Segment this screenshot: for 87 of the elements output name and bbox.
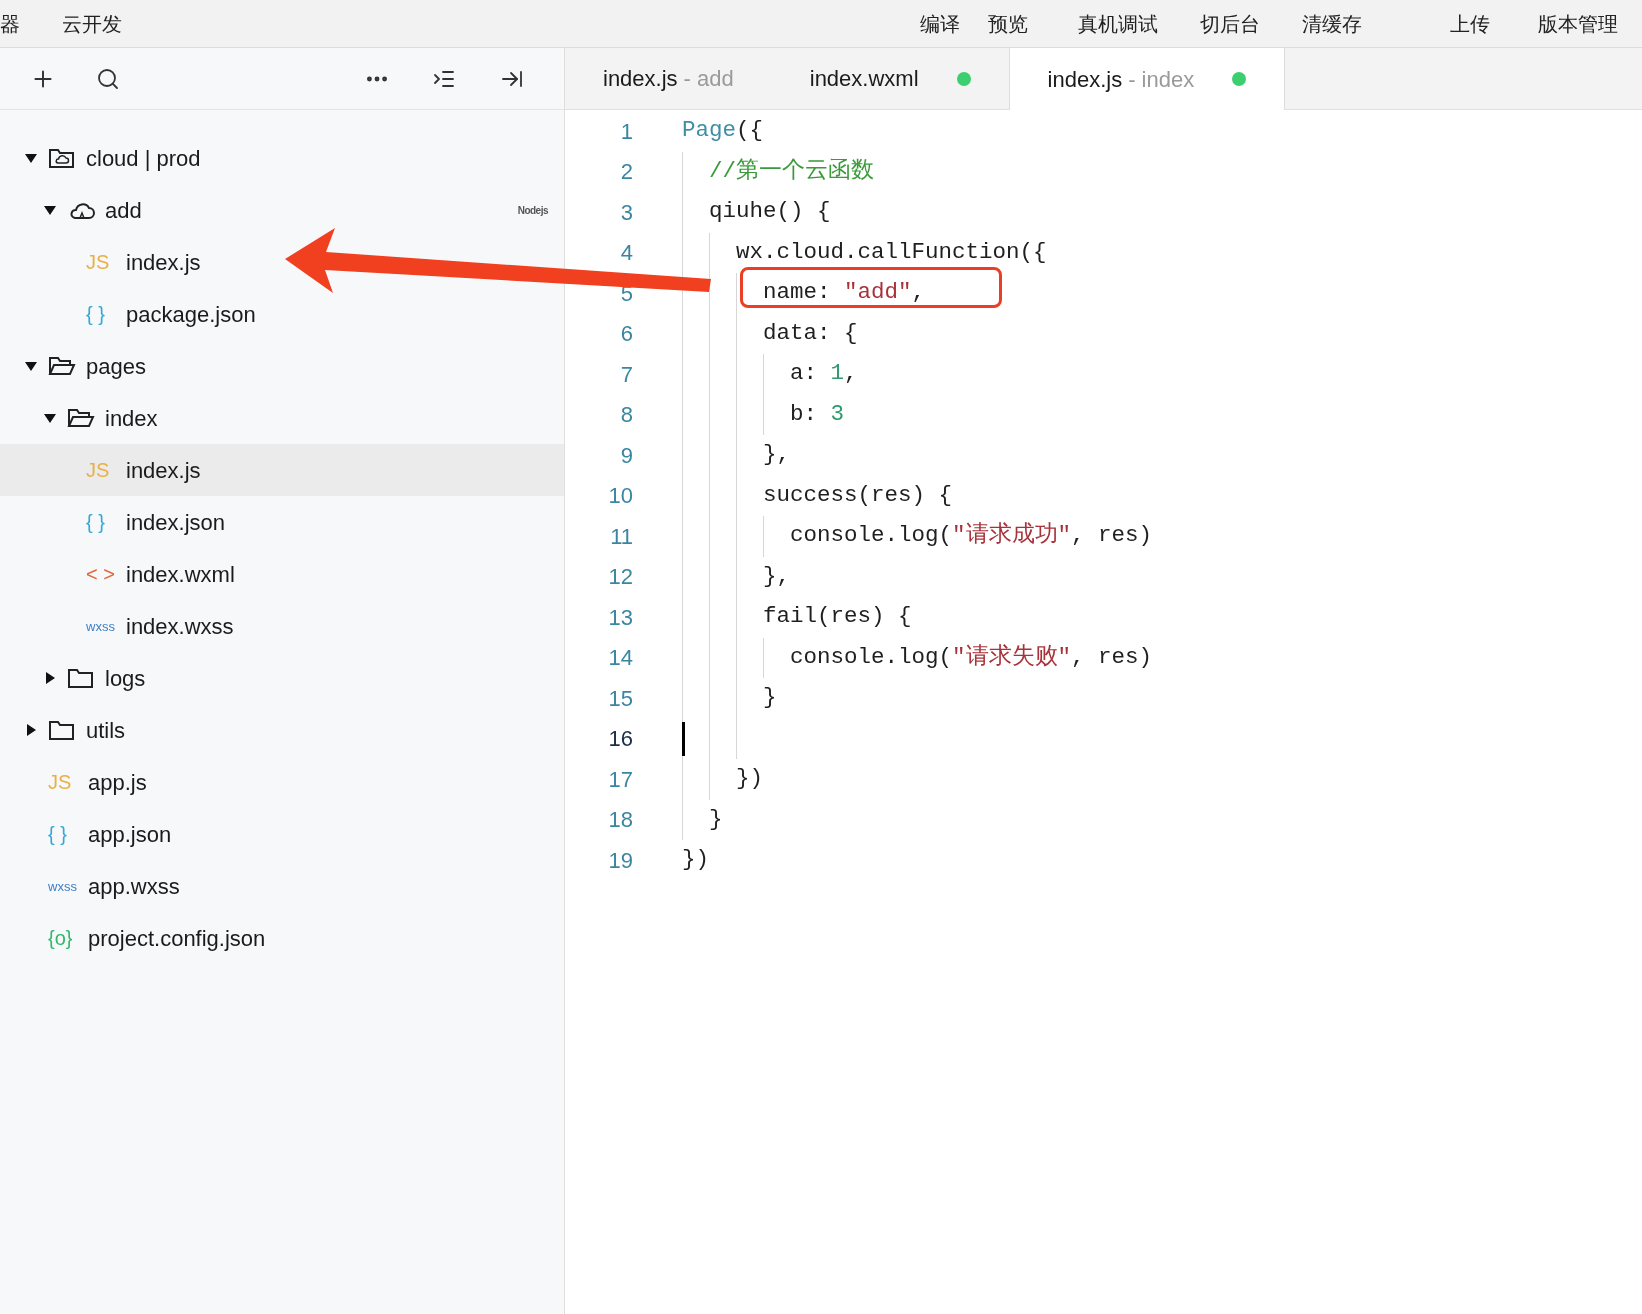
file-type-icon: {o} [48, 928, 73, 948]
line-number: 13 [607, 603, 633, 632]
nodejs-label: Nodejs [517, 203, 548, 218]
expanded-caret-icon[interactable] [24, 151, 38, 165]
line-number: 11 [609, 522, 633, 551]
line-number: 10 [607, 482, 633, 511]
code-line: } [708, 804, 723, 834]
line-number: 4 [619, 239, 633, 268]
file-tree-item[interactable]: < > index.wxml [0, 548, 564, 600]
toolbar-button[interactable]: 真机调试 [1078, 8, 1158, 39]
file-type-icon: < > [86, 564, 115, 584]
file-tree-item[interactable]: { } package.json [0, 288, 564, 340]
file-tree-item[interactable]: {o} project.config.json [0, 912, 564, 964]
file-type-icon: JS [86, 460, 110, 480]
code-line: console.log("请求成功", res) [789, 521, 1153, 551]
file-tree-item[interactable]: { } index.json [0, 496, 564, 548]
file-tree-item[interactable]: logs [0, 652, 564, 704]
code-line: a: 1, [789, 359, 858, 389]
file-type-icon: { } [86, 304, 105, 324]
toolbar-button[interactable]: 预览 [988, 8, 1028, 39]
folder-icon [48, 354, 76, 378]
code-line: success(res) { [762, 480, 953, 510]
menu-item[interactable]: 云开发 [62, 8, 122, 39]
line-number: 1 [619, 117, 633, 146]
toolbar-button[interactable]: 清缓存 [1302, 8, 1362, 39]
code-line: Page({ [682, 116, 764, 146]
file-type-icon: JS [86, 252, 110, 272]
code-line: //第一个云函数 [708, 156, 874, 186]
file-tree-item[interactable]: JS app.js [0, 756, 564, 808]
file-tree-item[interactable]: index [0, 392, 564, 444]
code-line: qiuhe() { [708, 197, 831, 227]
line-number: 18 [607, 806, 633, 835]
code-line: wx.cloud.callFunction({ [735, 237, 1047, 267]
expanded-caret-icon[interactable] [43, 203, 57, 217]
line-number: 3 [619, 198, 633, 227]
cloud-folder-icon [48, 146, 76, 170]
folder-icon [48, 718, 76, 742]
file-tree-item[interactable]: add Nodejs [0, 184, 564, 236]
line-number: 2 [619, 158, 633, 187]
expanded-caret-icon[interactable] [43, 411, 57, 425]
toolbar-button[interactable]: 编译 [920, 8, 960, 39]
file-tree-item[interactable]: utils [0, 704, 564, 756]
file-type-icon: wxss [48, 879, 77, 893]
line-number: 6 [619, 320, 633, 349]
file-tree-item[interactable]: cloud | prod [0, 132, 564, 184]
folder-icon [67, 666, 95, 690]
search-icon[interactable] [96, 66, 120, 91]
line-number: 19 [607, 846, 633, 875]
file-type-icon: JS [48, 772, 72, 792]
line-number: 17 [607, 765, 633, 794]
file-type-icon: { } [48, 824, 67, 844]
code-line: }, [762, 561, 791, 591]
file-type-icon: { } [86, 512, 105, 532]
code-line: }) [682, 845, 709, 875]
code-line: data: { [762, 318, 858, 348]
code-line: b: 3 [789, 399, 845, 429]
code-line: }) [735, 764, 763, 794]
code-line: fail(res) { [762, 602, 912, 632]
line-number: 7 [619, 360, 633, 389]
file-tree-item[interactable]: { } app.json [0, 808, 564, 860]
collapsed-caret-icon[interactable] [43, 671, 57, 685]
line-number: 14 [607, 644, 633, 673]
collapsed-caret-icon[interactable] [24, 723, 38, 737]
file-tree-item[interactable]: JS index.js [0, 236, 564, 288]
line-number: 16 [607, 725, 633, 754]
file-type-icon: wxss [86, 619, 115, 633]
line-number: 8 [619, 401, 633, 430]
code-line: name: "add", [762, 278, 926, 308]
code-line: } [762, 683, 777, 713]
expanded-caret-icon[interactable] [24, 359, 38, 373]
file-tree-item[interactable]: wxss index.wxss [0, 600, 564, 652]
toolbar-button[interactable]: 切后台 [1200, 8, 1260, 39]
editor-tab[interactable]: index.js - index [1008, 48, 1286, 110]
line-number: 9 [619, 441, 633, 470]
toolbar-button[interactable]: 版本管理 [1538, 8, 1618, 39]
editor-tab[interactable]: index.js - add [565, 48, 772, 109]
line-number: 12 [607, 563, 633, 592]
code-line: }, [762, 440, 791, 470]
code-line: console.log("请求失败", res) [789, 642, 1153, 672]
menu-item[interactable]: 器 [0, 8, 20, 39]
file-tree-item[interactable]: pages [0, 340, 564, 392]
line-number: 15 [607, 684, 633, 713]
toolbar-button[interactable]: 上传 [1450, 8, 1490, 39]
file-tree-item[interactable]: JS index.js [0, 444, 564, 496]
file-tree-item[interactable]: wxss app.wxss [0, 860, 564, 912]
editor-tab[interactable]: index.wxml [771, 48, 1009, 109]
folder-icon [67, 406, 95, 430]
